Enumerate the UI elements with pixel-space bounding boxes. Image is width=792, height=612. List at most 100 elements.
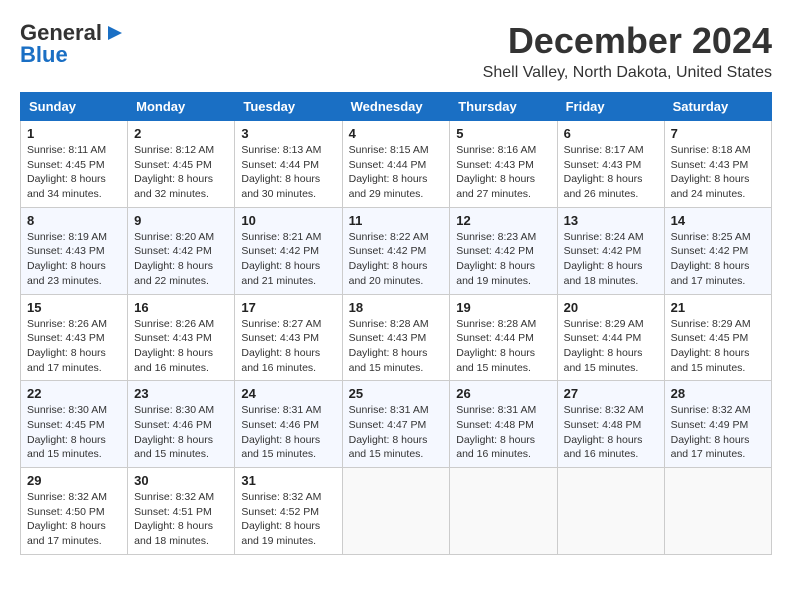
day-info: Sunrise: 8:13 AM Sunset: 4:44 PM Dayligh… <box>241 143 335 202</box>
logo-arrow-icon <box>104 22 126 44</box>
table-row: 9 Sunrise: 8:20 AM Sunset: 4:42 PM Daylig… <box>128 207 235 294</box>
day-info: Sunrise: 8:29 AM Sunset: 4:44 PM Dayligh… <box>564 317 658 376</box>
table-row: 29Sunrise: 8:32 AM Sunset: 4:50 PM Dayli… <box>21 468 128 555</box>
table-row <box>664 468 771 555</box>
day-info: Sunrise: 8:20 AM Sunset: 4:42 PM Dayligh… <box>134 230 228 289</box>
col-thursday: Thursday <box>450 93 557 121</box>
day-info: Sunrise: 8:32 AM Sunset: 4:49 PM Dayligh… <box>671 403 765 462</box>
day-info: Sunrise: 8:25 AM Sunset: 4:42 PM Dayligh… <box>671 230 765 289</box>
calendar-week-row: 29Sunrise: 8:32 AM Sunset: 4:50 PM Dayli… <box>21 468 772 555</box>
table-row: 1 Sunrise: 8:11 AM Sunset: 4:45 PM Daylig… <box>21 121 128 208</box>
table-row: 27Sunrise: 8:32 AM Sunset: 4:48 PM Dayli… <box>557 381 664 468</box>
day-number: 16 <box>134 300 228 315</box>
day-info: Sunrise: 8:11 AM Sunset: 4:45 PM Dayligh… <box>27 143 121 202</box>
day-number: 2 <box>134 126 228 141</box>
table-row: 12 Sunrise: 8:23 AM Sunset: 4:42 PM Dayli… <box>450 207 557 294</box>
day-info: Sunrise: 8:32 AM Sunset: 4:50 PM Dayligh… <box>27 490 121 549</box>
day-info: Sunrise: 8:30 AM Sunset: 4:46 PM Dayligh… <box>134 403 228 462</box>
day-number: 12 <box>456 213 550 228</box>
day-info: Sunrise: 8:31 AM Sunset: 4:47 PM Dayligh… <box>349 403 444 462</box>
day-info: Sunrise: 8:31 AM Sunset: 4:48 PM Dayligh… <box>456 403 550 462</box>
day-info: Sunrise: 8:28 AM Sunset: 4:44 PM Dayligh… <box>456 317 550 376</box>
day-info: Sunrise: 8:19 AM Sunset: 4:43 PM Dayligh… <box>27 230 121 289</box>
day-number: 7 <box>671 126 765 141</box>
day-info: Sunrise: 8:32 AM Sunset: 4:52 PM Dayligh… <box>241 490 335 549</box>
table-row: 30 Sunrise: 8:32 AM Sunset: 4:51 PM Dayli… <box>128 468 235 555</box>
table-row: 24Sunrise: 8:31 AM Sunset: 4:46 PM Dayli… <box>235 381 342 468</box>
calendar-table: Sunday Monday Tuesday Wednesday Thursday… <box>20 92 772 555</box>
col-monday: Monday <box>128 93 235 121</box>
day-info: Sunrise: 8:31 AM Sunset: 4:46 PM Dayligh… <box>241 403 335 462</box>
col-sunday: Sunday <box>21 93 128 121</box>
table-row: 6 Sunrise: 8:17 AM Sunset: 4:43 PM Daylig… <box>557 121 664 208</box>
day-number: 28 <box>671 386 765 401</box>
day-info: Sunrise: 8:27 AM Sunset: 4:43 PM Dayligh… <box>241 317 335 376</box>
col-wednesday: Wednesday <box>342 93 450 121</box>
day-info: Sunrise: 8:16 AM Sunset: 4:43 PM Dayligh… <box>456 143 550 202</box>
table-row <box>342 468 450 555</box>
calendar-week-row: 8 Sunrise: 8:19 AM Sunset: 4:43 PM Daylig… <box>21 207 772 294</box>
day-number: 17 <box>241 300 335 315</box>
table-row: 28 Sunrise: 8:32 AM Sunset: 4:49 PM Dayli… <box>664 381 771 468</box>
table-row: 16 Sunrise: 8:26 AM Sunset: 4:43 PM Dayli… <box>128 294 235 381</box>
day-number: 15 <box>27 300 121 315</box>
day-number: 14 <box>671 213 765 228</box>
day-info: Sunrise: 8:28 AM Sunset: 4:43 PM Dayligh… <box>349 317 444 376</box>
table-row: 7 Sunrise: 8:18 AM Sunset: 4:43 PM Daylig… <box>664 121 771 208</box>
day-number: 1 <box>27 126 121 141</box>
col-saturday: Saturday <box>664 93 771 121</box>
day-info: Sunrise: 8:23 AM Sunset: 4:42 PM Dayligh… <box>456 230 550 289</box>
day-number: 10 <box>241 213 335 228</box>
day-number: 19 <box>456 300 550 315</box>
day-number: 23 <box>134 386 228 401</box>
col-tuesday: Tuesday <box>235 93 342 121</box>
table-row: 19 Sunrise: 8:28 AM Sunset: 4:44 PM Dayli… <box>450 294 557 381</box>
table-row <box>557 468 664 555</box>
table-row: 26Sunrise: 8:31 AM Sunset: 4:48 PM Dayli… <box>450 381 557 468</box>
day-number: 30 <box>134 473 228 488</box>
title-area: December 2024 Shell Valley, North Dakota… <box>483 20 772 82</box>
table-row: 3 Sunrise: 8:13 AM Sunset: 4:44 PM Daylig… <box>235 121 342 208</box>
table-row: 5 Sunrise: 8:16 AM Sunset: 4:43 PM Daylig… <box>450 121 557 208</box>
day-number: 13 <box>564 213 658 228</box>
day-number: 5 <box>456 126 550 141</box>
day-number: 8 <box>27 213 121 228</box>
day-number: 6 <box>564 126 658 141</box>
table-row: 11Sunrise: 8:22 AM Sunset: 4:42 PM Dayli… <box>342 207 450 294</box>
day-info: Sunrise: 8:18 AM Sunset: 4:43 PM Dayligh… <box>671 143 765 202</box>
day-number: 4 <box>349 126 444 141</box>
month-title: December 2024 <box>483 20 772 62</box>
day-info: Sunrise: 8:15 AM Sunset: 4:44 PM Dayligh… <box>349 143 444 202</box>
day-number: 9 <box>134 213 228 228</box>
table-row: 10 Sunrise: 8:21 AM Sunset: 4:42 PM Dayli… <box>235 207 342 294</box>
day-info: Sunrise: 8:24 AM Sunset: 4:42 PM Dayligh… <box>564 230 658 289</box>
day-info: Sunrise: 8:12 AM Sunset: 4:45 PM Dayligh… <box>134 143 228 202</box>
day-info: Sunrise: 8:29 AM Sunset: 4:45 PM Dayligh… <box>671 317 765 376</box>
table-row: 4 Sunrise: 8:15 AM Sunset: 4:44 PM Daylig… <box>342 121 450 208</box>
table-row: 21 Sunrise: 8:29 AM Sunset: 4:45 PM Dayli… <box>664 294 771 381</box>
table-row: 23 Sunrise: 8:30 AM Sunset: 4:46 PM Dayli… <box>128 381 235 468</box>
page-header: General Blue December 2024 Shell Valley,… <box>20 20 772 82</box>
day-info: Sunrise: 8:17 AM Sunset: 4:43 PM Dayligh… <box>564 143 658 202</box>
table-row: 2 Sunrise: 8:12 AM Sunset: 4:45 PM Daylig… <box>128 121 235 208</box>
day-info: Sunrise: 8:21 AM Sunset: 4:42 PM Dayligh… <box>241 230 335 289</box>
col-friday: Friday <box>557 93 664 121</box>
table-row: 25Sunrise: 8:31 AM Sunset: 4:47 PM Dayli… <box>342 381 450 468</box>
logo-text-blue: Blue <box>20 42 68 68</box>
logo: General Blue <box>20 20 126 68</box>
table-row: 8 Sunrise: 8:19 AM Sunset: 4:43 PM Daylig… <box>21 207 128 294</box>
table-row: 31Sunrise: 8:32 AM Sunset: 4:52 PM Dayli… <box>235 468 342 555</box>
table-row: 22 Sunrise: 8:30 AM Sunset: 4:45 PM Dayli… <box>21 381 128 468</box>
day-number: 21 <box>671 300 765 315</box>
table-row: 18Sunrise: 8:28 AM Sunset: 4:43 PM Dayli… <box>342 294 450 381</box>
day-info: Sunrise: 8:26 AM Sunset: 4:43 PM Dayligh… <box>134 317 228 376</box>
table-row <box>450 468 557 555</box>
day-info: Sunrise: 8:32 AM Sunset: 4:51 PM Dayligh… <box>134 490 228 549</box>
table-row: 17 Sunrise: 8:27 AM Sunset: 4:43 PM Dayli… <box>235 294 342 381</box>
day-number: 3 <box>241 126 335 141</box>
calendar-week-row: 15 Sunrise: 8:26 AM Sunset: 4:43 PM Dayli… <box>21 294 772 381</box>
day-info: Sunrise: 8:30 AM Sunset: 4:45 PM Dayligh… <box>27 403 121 462</box>
day-number: 20 <box>564 300 658 315</box>
day-number: 22 <box>27 386 121 401</box>
table-row: 15Sunrise: 8:26 AM Sunset: 4:43 PM Dayli… <box>21 294 128 381</box>
